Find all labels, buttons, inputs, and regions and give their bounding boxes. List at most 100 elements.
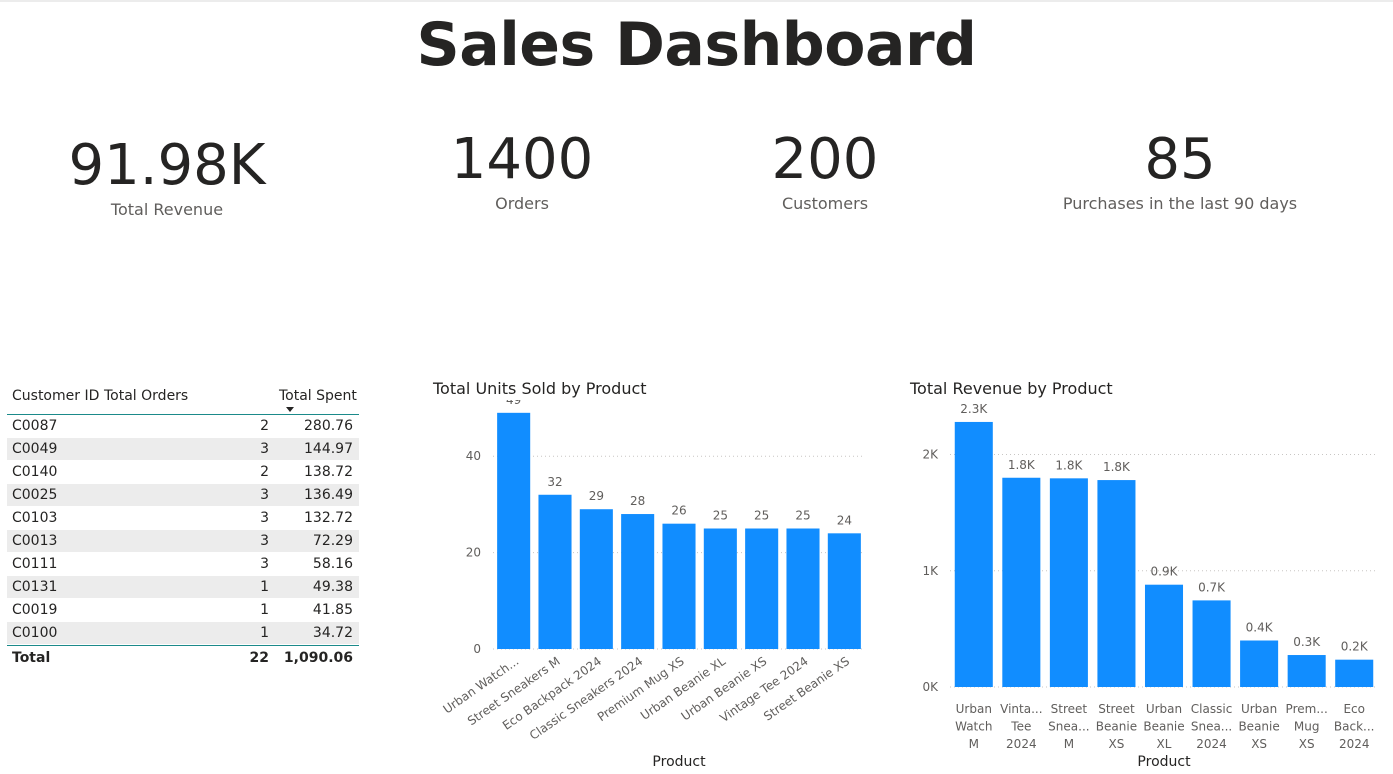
bar[interactable] (1192, 600, 1231, 687)
table-row[interactable]: C0049 3 144.97 (7, 438, 359, 461)
bar[interactable] (1240, 640, 1279, 688)
cell-total-spent: 72.29 (312, 533, 353, 549)
cell-total-orders: 2 (260, 418, 269, 434)
bar[interactable] (1002, 477, 1041, 687)
data-label: 2.3K (960, 402, 988, 416)
bar[interactable] (1049, 478, 1088, 687)
x-tick-label: Prem... Mug XS (1286, 702, 1328, 751)
data-label: 24 (837, 513, 852, 527)
data-label: 25 (795, 509, 810, 523)
data-label: 26 (671, 504, 686, 518)
table-header-row: Customer ID Total Orders Total Spent (7, 380, 359, 415)
data-label: 25 (713, 509, 728, 523)
sort-descending-icon[interactable] (286, 407, 294, 412)
bar[interactable] (786, 528, 820, 650)
bar[interactable] (745, 528, 779, 650)
column-header-total-orders[interactable]: Total Orders (104, 385, 188, 407)
bar[interactable] (1335, 659, 1374, 687)
kpi-card-purchases-90-days[interactable]: 85 Purchases in the last 90 days (1040, 127, 1320, 214)
cell-total-spent: 280.76 (304, 418, 353, 434)
cell-customer-id: C0025 (12, 487, 58, 503)
total-spent-sum: 1,090.06 (283, 650, 353, 666)
cell-total-orders: 3 (260, 510, 269, 526)
data-label: 1.8K (1055, 458, 1083, 472)
x-tick-label: Urban Beanie XS (1238, 702, 1279, 751)
table-row[interactable]: C0025 3 136.49 (7, 484, 359, 507)
total-label: Total (12, 650, 51, 666)
bar[interactable] (703, 528, 737, 650)
kpi-card-total-revenue[interactable]: 91.98K Total Revenue (47, 133, 287, 220)
y-tick-label: 20 (466, 546, 481, 560)
data-label: 0.9K (1151, 565, 1179, 579)
y-tick-label: 40 (466, 449, 481, 463)
cell-total-spent: 132.72 (304, 510, 353, 526)
kpi-value: 1400 (450, 127, 594, 192)
data-label: 1.8K (1008, 458, 1036, 472)
kpi-label: Total Revenue (110, 200, 224, 219)
table-row[interactable]: C0103 3 132.72 (7, 507, 359, 530)
x-tick-label: Street Snea... M (1048, 702, 1089, 751)
bar[interactable] (827, 533, 861, 649)
x-tick-label: Eco Back... 2024 (1334, 702, 1375, 751)
cell-total-spent: 144.97 (304, 441, 353, 457)
data-label: 0.3K (1293, 635, 1321, 649)
table-row[interactable]: C0013 3 72.29 (7, 530, 359, 553)
x-axis-title: Product (1137, 754, 1191, 770)
data-label: 0.7K (1198, 580, 1226, 594)
data-label: 29 (589, 489, 604, 503)
table-row[interactable]: C0087 2 280.76 (7, 415, 359, 438)
bar[interactable] (538, 494, 572, 649)
cell-total-orders: 1 (260, 625, 269, 641)
table-total-row: Total 22 1,090.06 (7, 645, 359, 670)
kpi-value: 91.98K (68, 133, 266, 198)
bar[interactable] (954, 421, 993, 687)
bar[interactable] (579, 509, 613, 649)
customer-table: Customer ID Total Orders Total Spent C00… (7, 380, 359, 670)
y-tick-label: 2K (922, 448, 939, 462)
cell-total-orders: 1 (260, 602, 269, 618)
column-header-total-spent[interactable]: Total Spent (279, 385, 357, 407)
cell-customer-id: C0140 (12, 464, 58, 480)
bar[interactable] (662, 523, 696, 649)
data-label: 32 (547, 475, 562, 489)
data-label: 49 (506, 400, 521, 407)
cell-total-orders: 3 (260, 533, 269, 549)
cell-customer-id: C0100 (12, 625, 58, 641)
bar[interactable] (497, 412, 531, 649)
bar[interactable] (621, 514, 655, 649)
table-row[interactable]: C0111 3 58.16 (7, 553, 359, 576)
kpi-value: 85 (1144, 127, 1216, 192)
kpi-card-orders[interactable]: 1400 Orders (402, 127, 642, 214)
bar[interactable] (1097, 480, 1136, 687)
bar[interactable] (1144, 584, 1184, 687)
cell-total-orders: 1 (260, 579, 269, 595)
top-border (0, 0, 1393, 2)
cell-customer-id: C0019 (12, 602, 58, 618)
table-row[interactable]: C0100 1 34.72 (7, 622, 359, 645)
revenue-bar-chart: 0K 1K 2K 2.3K Urban Watch M 1.8K Vinta... Tee 2024… (922, 402, 1378, 770)
cell-total-spent: 138.72 (304, 464, 353, 480)
table-row[interactable]: C0019 1 41.85 (7, 599, 359, 622)
kpi-card-customers[interactable]: 200 Customers (705, 127, 945, 214)
kpi-value: 200 (771, 127, 879, 192)
y-tick-label: 0K (922, 680, 939, 694)
x-axis-title: Product (652, 754, 706, 770)
cell-customer-id: C0111 (12, 556, 58, 572)
cell-customer-id: C0087 (12, 418, 58, 434)
table-row[interactable]: C0140 2 138.72 (7, 461, 359, 484)
data-label: 25 (754, 509, 769, 523)
column-header-customer-id[interactable]: Customer ID (12, 385, 99, 407)
units-chart-title: Total Units Sold by Product (433, 379, 647, 398)
kpi-label: Customers (781, 194, 869, 213)
revenue-chart-title: Total Revenue by Product (910, 379, 1113, 398)
data-label: 0.2K (1341, 640, 1369, 654)
x-tick-label: Urban Watch M (955, 702, 992, 751)
units-sold-bar-chart: 0204049Urban Watch...32Street Sneakers M… (441, 400, 865, 770)
x-tick-label: Urban Beanie XL (1143, 702, 1184, 751)
table-row[interactable]: C0131 1 49.38 (7, 576, 359, 599)
bar[interactable] (1287, 655, 1326, 687)
x-tick-label: Vinta... Tee 2024 (1000, 702, 1042, 751)
data-label: 28 (630, 494, 645, 508)
cell-customer-id: C0049 (12, 441, 58, 457)
data-label: 1.8K (1103, 460, 1131, 474)
